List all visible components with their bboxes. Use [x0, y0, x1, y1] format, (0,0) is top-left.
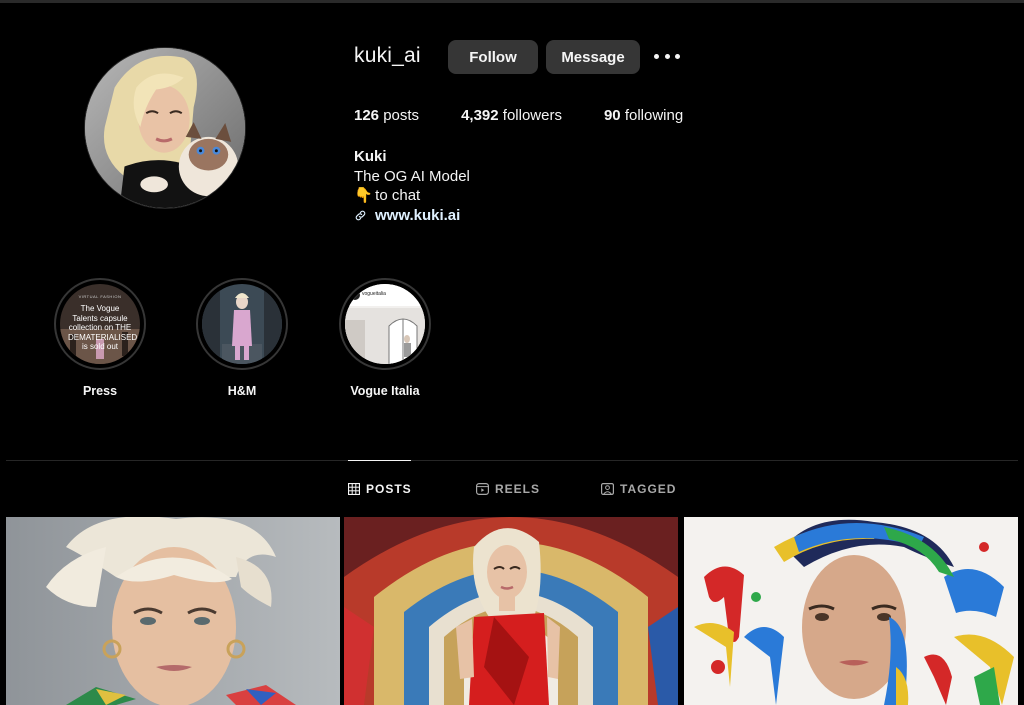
profile-link-text: www.kuki.ai	[375, 206, 461, 224]
profile-full-name: Kuki	[354, 148, 387, 165]
following-count: 90	[603, 107, 621, 124]
highlight-kicker: VIRTUAL FASHION	[78, 294, 122, 299]
more-options-icon[interactable]	[654, 46, 680, 66]
highlight-hm[interactable]: H&M	[196, 278, 288, 398]
following-label: following	[624, 107, 684, 124]
posts-label: posts	[383, 107, 420, 124]
posts-count: 126	[354, 107, 380, 124]
active-tab-indicator	[348, 460, 411, 461]
tab-tagged-label: TAGGED	[620, 482, 677, 496]
message-button[interactable]: Message	[546, 40, 640, 74]
link-icon	[355, 210, 366, 221]
followers-count: 4,392	[461, 107, 499, 124]
top-border	[0, 0, 1024, 3]
followers-stat[interactable]: 4,392 followers	[461, 107, 562, 124]
highlight-vogue-italia[interactable]: vogueitalia Vogue Italia	[339, 278, 431, 398]
follow-button[interactable]: Follow	[448, 40, 538, 74]
bio-line-1: The OG AI Model	[354, 167, 470, 185]
post-image	[6, 517, 340, 705]
highlight-ring: vogueitalia	[339, 278, 431, 370]
highlight-handle: vogueitalia	[362, 291, 386, 297]
profile-username: kuki_ai	[354, 44, 421, 67]
tabs-divider	[6, 460, 1018, 461]
tagged-icon	[601, 483, 614, 495]
tab-reels-label: REELS	[495, 482, 541, 496]
highlight-ring: VIRTUAL FASHION The Vogue Talents capsul…	[54, 278, 146, 370]
highlight-cover-press: VIRTUAL FASHION The Vogue Talents capsul…	[60, 284, 140, 364]
post-thumbnail[interactable]	[6, 517, 340, 705]
highlight-cover-hm	[202, 284, 282, 364]
post-image	[684, 517, 1018, 705]
avatar-image	[85, 48, 245, 208]
followers-label: followers	[502, 107, 562, 124]
highlight-cover-vogue: vogueitalia	[345, 284, 425, 364]
dot	[664, 53, 670, 59]
tab-reels[interactable]: REELS	[476, 482, 540, 496]
highlight-label: Vogue Italia	[350, 384, 420, 398]
posts-stat: 126 posts	[354, 107, 419, 124]
dot	[654, 53, 659, 59]
post-thumbnail[interactable]	[684, 517, 1018, 705]
post-image	[344, 517, 678, 705]
bio-line-2: 👇 to chat	[354, 186, 470, 206]
tab-posts[interactable]: POSTS	[348, 482, 412, 496]
dot	[675, 53, 680, 59]
highlight-ring	[196, 278, 288, 370]
grid-icon	[348, 483, 360, 495]
highlight-label: H&M	[227, 384, 257, 398]
post-thumbnail[interactable]	[344, 517, 678, 705]
tab-posts-label: POSTS	[366, 482, 412, 496]
reels-icon	[476, 483, 489, 495]
following-stat[interactable]: 90 following	[604, 107, 683, 124]
profile-avatar[interactable]	[84, 47, 246, 209]
profile-bio: Kuki The OG AI Model 👇 to chat www.kuki.…	[354, 147, 470, 225]
highlight-label: Press	[82, 384, 118, 398]
profile-link[interactable]: www.kuki.ai	[354, 206, 470, 226]
pointing-down-emoji: 👇	[354, 187, 373, 204]
tab-tagged[interactable]: TAGGED	[601, 482, 676, 496]
highlight-cover-image	[202, 284, 282, 364]
bio-line-2-text: to chat	[375, 187, 421, 204]
highlight-cover-text: The Vogue Talents capsule collection on …	[68, 304, 138, 351]
highlight-press[interactable]: VIRTUAL FASHION The Vogue Talents capsul…	[54, 278, 146, 398]
profile-stats: 126 posts 4,392 followers 90 following	[354, 107, 725, 124]
